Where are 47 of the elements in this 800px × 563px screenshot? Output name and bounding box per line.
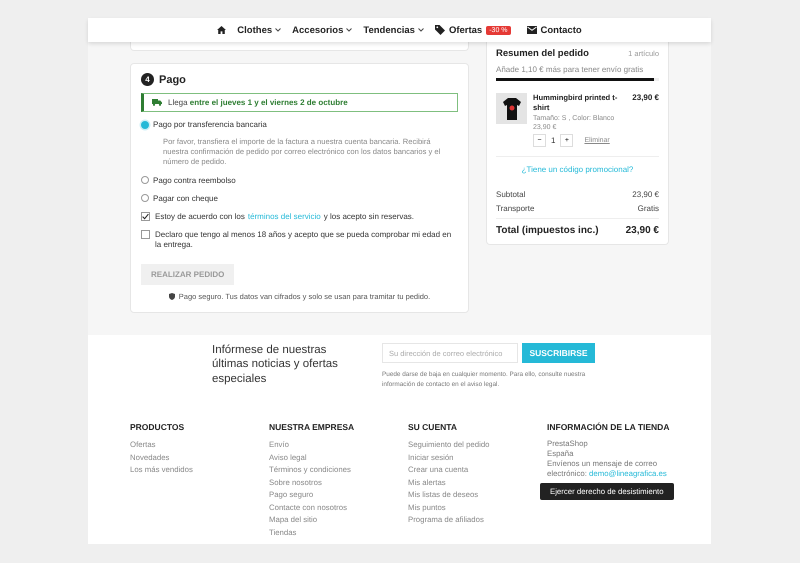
t-shirt-drawing: [502, 98, 520, 120]
newsletter-heading: Infórmese de nuestras últimas noticias y ofertas especiales: [212, 343, 339, 387]
payment-option[interactable]: Pagar con cheque: [141, 194, 458, 203]
nav-menu-item[interactable]: Ofertas: [434, 24, 482, 36]
shield-icon: [168, 292, 175, 300]
subscribe-button[interactable]: SUSCRIBIRSE: [522, 343, 595, 363]
checkbox[interactable]: [141, 212, 150, 221]
total-value: 23,90 €: [626, 224, 659, 236]
quantity-value: 1: [551, 136, 556, 145]
total-label: Total (impuestos inc.): [496, 224, 599, 236]
nav-menu-item[interactable]: Tendencias: [363, 24, 424, 36]
step-title: Pago: [159, 74, 186, 86]
radio-button[interactable]: [141, 176, 149, 184]
chevron-down-icon: [275, 28, 282, 32]
truck-icon: [152, 99, 162, 106]
payment-option[interactable]: Pago contra reembolso: [141, 176, 458, 185]
summary-value: 23,90 €: [632, 190, 659, 199]
summary-value: Gratis: [638, 204, 659, 213]
summary-title: Resumen del pedido: [496, 48, 589, 59]
home-icon: [217, 26, 226, 34]
footer-heading: PRODUCTOS: [130, 422, 186, 432]
summary-label: Transporte: [496, 204, 534, 213]
terms-link[interactable]: términos del servicio: [248, 212, 321, 221]
product-total: 23,90 €: [632, 93, 659, 104]
nav-menu-item[interactable]: Clothes: [237, 24, 282, 36]
tag-icon: [434, 25, 445, 35]
radio-button[interactable]: [141, 120, 149, 128]
condition-text: Estoy de acuerdo con los términos del servicio y los acepto sin reservas.: [155, 212, 414, 222]
summary-label: Subtotal: [496, 190, 526, 199]
free-shipping-text: Añade 1,10 € más para tener envío gratis: [496, 65, 644, 74]
footer-heading: SU CUENTA: [408, 422, 458, 432]
promo-code-link[interactable]: ¿Tiene un código promocional?: [496, 164, 659, 174]
nav-menu-item[interactable]: Accesorios: [292, 24, 352, 36]
delivery-text: Llega entre el jueves 1 y el viernes 2 de octubre: [168, 98, 348, 107]
mail-icon: [526, 26, 537, 34]
step-number: 4: [141, 73, 154, 86]
home-link[interactable]: [217, 26, 226, 34]
chevron-down-icon: [418, 28, 424, 32]
nav-menu-item[interactable]: Contacto: [526, 24, 582, 36]
chevron-down-icon: [346, 28, 352, 32]
condition-text: Declaro que tengo al menos 18 años y acepto que se pueda comprobar mi edad en la entrega.: [155, 230, 452, 251]
radio-button[interactable]: [141, 194, 149, 202]
checkbox[interactable]: [141, 230, 150, 239]
payment-option[interactable]: Pago por transferencia bancaria: [141, 120, 458, 129]
footer-heading: NUESTRA EMPRESA: [269, 422, 356, 432]
checkmark-icon: [142, 212, 149, 220]
footer-heading: INFORMACIÓN DE LA TIENDA: [547, 422, 670, 432]
